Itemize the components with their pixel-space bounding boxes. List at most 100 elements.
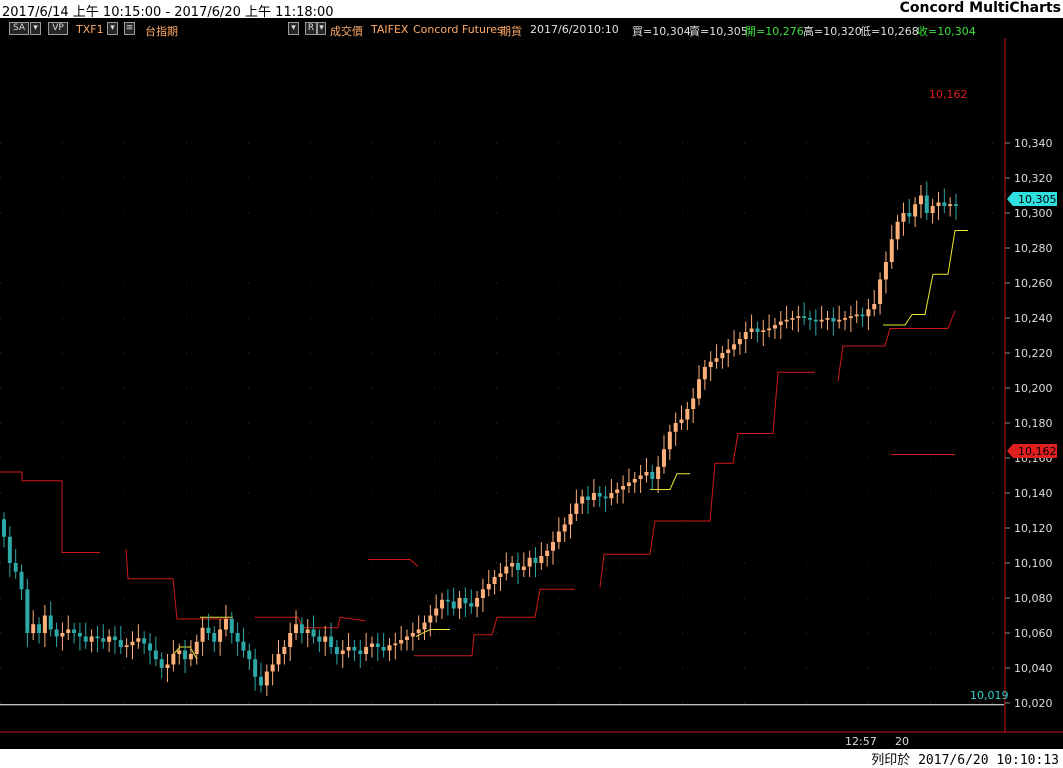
candle-body: [89, 636, 94, 642]
candle-body: [568, 514, 573, 525]
channel-yellow-segment: [883, 230, 968, 326]
candle-body: [381, 647, 386, 651]
candle-body: [410, 633, 415, 637]
candle-body: [924, 195, 929, 213]
candle-body: [638, 475, 643, 479]
footer: 列印於 2017/6/20 10:10:13: [0, 749, 1063, 768]
candle-body: [124, 645, 129, 647]
candle-body: [329, 636, 334, 647]
candle-body: [813, 319, 818, 322]
candles: [2, 181, 958, 696]
candle-body: [188, 654, 193, 660]
chart-window[interactable]: SA ▾ VP TXF1 ▾ ≡ 台指期 ▾ R ▾ 成交價 TAIFEX Co…: [0, 18, 1063, 749]
candle-body: [311, 629, 316, 637]
low-level-label: 10,019: [970, 689, 1009, 702]
candle-body: [772, 325, 777, 329]
candle-body: [340, 650, 345, 654]
candle-body: [901, 213, 906, 222]
price-tick-label: 10,300: [1014, 207, 1053, 220]
candle-body: [837, 319, 842, 322]
channel-red-segment: [0, 471, 100, 553]
candle-body: [364, 647, 369, 654]
candle-body: [854, 314, 859, 317]
candle-body: [136, 638, 141, 642]
candle-body: [556, 531, 561, 542]
price-tick-label: 10,060: [1014, 627, 1053, 640]
top-level-label: 10,162: [929, 88, 968, 101]
channel-yellow-segment: [415, 629, 450, 637]
candle-body: [603, 496, 608, 499]
candle-body: [732, 344, 737, 350]
candle-body: [13, 563, 18, 572]
candle-body: [171, 654, 176, 665]
candle-body: [212, 633, 217, 642]
price-tick-label: 10,120: [1014, 522, 1053, 535]
candle-body: [521, 566, 526, 570]
price-tick-label: 10,280: [1014, 242, 1053, 255]
candle-body: [767, 328, 772, 331]
candle-body: [7, 536, 12, 563]
price-tick-label: 10,240: [1014, 312, 1053, 325]
candle-body: [434, 608, 439, 616]
candle-body: [358, 650, 363, 654]
candle-body: [25, 589, 30, 633]
candle-body: [77, 633, 82, 637]
candle-body: [387, 645, 392, 651]
candle-body: [907, 213, 912, 217]
candle-body: [755, 328, 760, 332]
candle-body: [539, 556, 544, 563]
channel-red-segment: [255, 616, 366, 629]
candle-body: [393, 643, 398, 646]
candle-body: [580, 496, 585, 504]
candle-body: [942, 202, 947, 206]
candle-body: [83, 636, 88, 642]
candle-body: [253, 659, 258, 677]
candle-body: [107, 636, 112, 642]
candle-body: [258, 676, 263, 686]
candle-body: [299, 624, 304, 633]
candle-body: [702, 367, 707, 380]
candle-body: [241, 641, 246, 651]
candle-body: [562, 524, 567, 532]
candle-body: [223, 619, 228, 630]
candle-body: [527, 557, 532, 567]
candle-body: [545, 550, 550, 556]
candle-body: [615, 489, 620, 493]
candle-body: [95, 636, 100, 639]
candle-body: [913, 204, 918, 217]
candle-body: [463, 598, 468, 604]
candle-body: [112, 636, 117, 640]
candle-body: [229, 619, 234, 633]
candle-body: [895, 221, 900, 240]
candle-body: [159, 659, 164, 668]
candle-body: [428, 615, 433, 623]
candle-body: [399, 640, 404, 644]
candle-body: [656, 466, 661, 479]
candle-body: [954, 204, 958, 206]
price-axis: 10,340 10,320 10,300 10,280 10,260 10,240 10,2…: [1005, 137, 1053, 710]
candle-body: [294, 624, 299, 633]
candle-body: [948, 204, 953, 206]
candle-body: [72, 629, 77, 633]
candle-body: [404, 636, 409, 640]
price-tick-label: 10,040: [1014, 662, 1053, 675]
candle-body: [807, 318, 812, 320]
time-label-1257: 12:57: [845, 735, 877, 748]
candle-body: [317, 636, 322, 642]
candle-body: [60, 633, 65, 637]
candle-body: [866, 309, 871, 317]
candle-body: [375, 643, 380, 647]
price-chart[interactable]: 10,340 10,320 10,300 10,280 10,260 10,240 10,2…: [0, 18, 1063, 749]
candle-body: [445, 599, 450, 602]
candle-body: [346, 647, 351, 651]
candle-body: [270, 664, 275, 672]
candle-body: [165, 664, 170, 668]
candle-body: [352, 647, 357, 651]
candle-body: [264, 671, 269, 686]
candle-body: [142, 638, 147, 644]
candle-body: [206, 627, 211, 633]
channel-yellow-lines: [171, 230, 968, 660]
candle-body: [282, 647, 287, 654]
candle-body: [2, 519, 6, 537]
price-tick-label: 10,180: [1014, 417, 1053, 430]
